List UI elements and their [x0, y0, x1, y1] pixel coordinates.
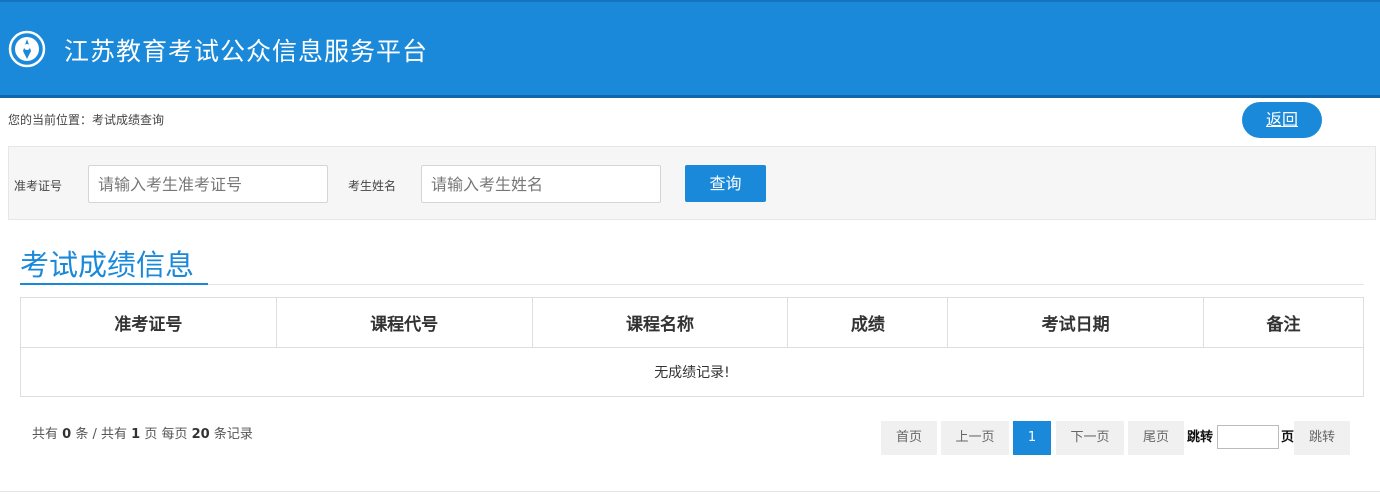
table-header-row: 准考证号 课程代号 课程名称 成绩 考试日期 备注: [20, 297, 1364, 348]
column-header-score: 成绩: [787, 297, 949, 348]
current-page-button[interactable]: 1: [1013, 421, 1051, 455]
student-name-label: 考生姓名: [348, 179, 397, 193]
summary-unit-pages: 页 每页: [144, 427, 188, 442]
column-header-exam-date: 考试日期: [947, 297, 1205, 348]
section-title: 考试成绩信息: [20, 248, 195, 282]
records-per-page: 20: [191, 427, 210, 442]
jump-button[interactable]: 跳转: [1294, 421, 1350, 455]
ticket-number-label: 准考证号: [14, 179, 63, 193]
breadcrumb: 您的当前位置：考试成绩查询: [8, 113, 165, 127]
site-header: 江苏教育考试公众信息服务平台: [0, 0, 1380, 98]
column-header-remarks: 备注: [1203, 297, 1364, 348]
next-page-button[interactable]: 下一页: [1056, 421, 1124, 455]
column-header-course-code: 课程代号: [275, 297, 533, 348]
total-records: 0: [62, 427, 72, 442]
column-header-course-name: 课程名称: [531, 297, 789, 348]
results-table: 准考证号 课程代号 课程名称 成绩 考试日期 备注 无成绩记录!: [20, 297, 1364, 397]
first-page-button[interactable]: 首页: [881, 421, 937, 455]
total-pages: 1: [131, 427, 141, 442]
jump-page-input[interactable]: [1217, 425, 1279, 449]
search-bar: 准考证号 考生姓名 查询: [8, 146, 1376, 220]
ticket-number-input[interactable]: [88, 165, 328, 203]
back-button[interactable]: 返回: [1242, 102, 1322, 138]
student-name-input[interactable]: [421, 165, 661, 203]
last-page-button[interactable]: 尾页: [1128, 421, 1184, 455]
summary-prefix: 共有: [32, 427, 59, 442]
jump-prefix-label: 跳转: [1187, 430, 1214, 445]
record-summary: 共有 0 条 / 共有 1 页 每页 20 条记录: [32, 423, 253, 442]
column-header-ticket-number: 准考证号: [20, 297, 277, 348]
section-divider: [20, 284, 1364, 285]
table-row: 无成绩记录!: [20, 347, 1364, 397]
footer-divider: [0, 491, 1380, 492]
jump-suffix-label: 页: [1281, 430, 1295, 445]
site-title: 江苏教育考试公众信息服务平台: [64, 37, 429, 66]
section-title-underline: [20, 283, 208, 285]
prev-page-button[interactable]: 上一页: [941, 421, 1009, 455]
emblem-icon: [8, 30, 46, 68]
query-button[interactable]: 查询: [685, 165, 766, 202]
empty-message: 无成绩记录!: [20, 347, 1364, 397]
summary-unit-per-page: 条记录: [213, 427, 253, 442]
summary-unit-records: 条 / 共有: [75, 427, 127, 442]
